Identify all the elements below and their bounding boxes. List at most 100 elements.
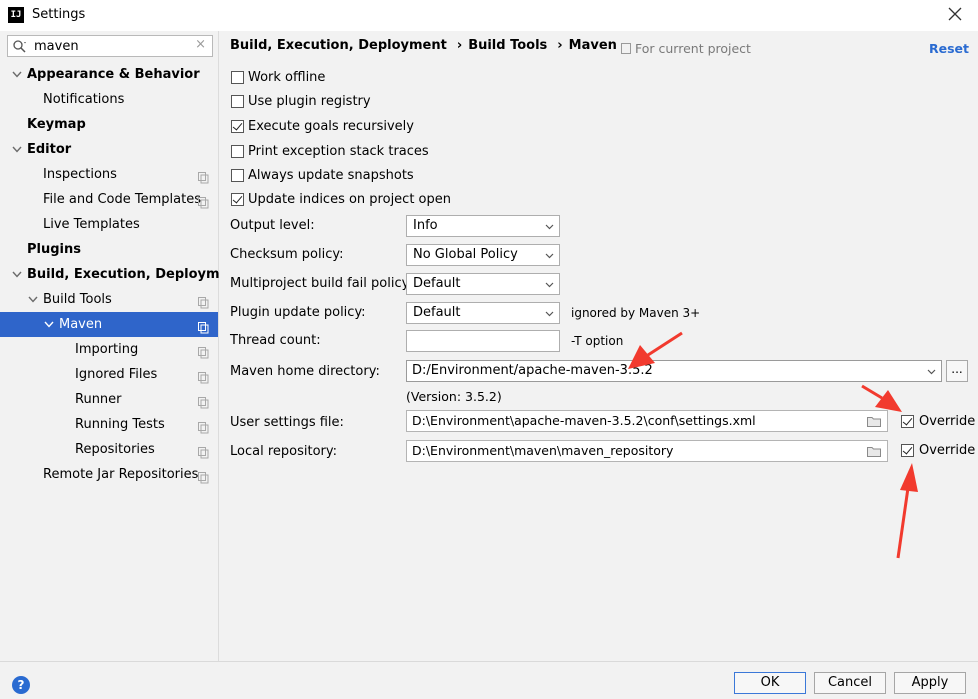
expand-arrow-icon[interactable]	[28, 287, 40, 312]
multiproject-fail-policy-value: Default	[413, 276, 461, 291]
sidebar-item-label: Maven	[59, 317, 103, 332]
sidebar-item-build-execution-deployment[interactable]: Build, Execution, Deployment	[0, 262, 244, 287]
sidebar-item-keymap[interactable]: Keymap	[0, 112, 218, 137]
local-repository-value: D:\Environment\maven\maven_repository	[412, 443, 674, 458]
project-level-icon	[198, 293, 209, 309]
project-scope-indicator: For current project	[621, 41, 751, 56]
sidebar-item-label: Live Templates	[43, 217, 140, 232]
expand-arrow-icon[interactable]	[12, 262, 24, 287]
maven-home-value: D:/Environment/apache-maven-3.5.2	[412, 363, 653, 378]
plugin-update-policy-label: Plugin update policy:	[230, 305, 366, 320]
multiproject-fail-policy-dropdown[interactable]: Default	[406, 273, 560, 295]
sidebar-item-runner[interactable]: Runner	[0, 387, 218, 412]
sidebar-item-notifications[interactable]: Notifications	[0, 87, 218, 112]
sidebar-item-editor[interactable]: Editor	[0, 137, 218, 162]
sidebar-item-maven[interactable]: Maven	[0, 312, 218, 337]
execute-goals-recursively-label: Execute goals recursively	[248, 119, 414, 134]
folder-icon[interactable]	[867, 416, 881, 427]
project-level-icon	[198, 468, 209, 484]
output-level-dropdown[interactable]: Info	[406, 215, 560, 237]
sidebar-item-label: Running Tests	[75, 417, 165, 432]
thread-count-input[interactable]	[406, 330, 560, 352]
settings-sidebar: × Appearance & Behavior Notifications Keym…	[0, 31, 244, 661]
sidebar-item-remote-jar-repositories[interactable]: Remote Jar Repositories	[0, 462, 218, 487]
update-indices-on-project-open-checkbox[interactable]	[231, 193, 244, 206]
project-level-icon	[198, 443, 209, 459]
sidebar-item-label: Repositories	[75, 442, 155, 457]
user-settings-override-checkbox[interactable]	[901, 415, 914, 428]
sidebar-item-appearance-behavior[interactable]: Appearance & Behavior	[0, 62, 218, 87]
expand-arrow-icon[interactable]	[44, 312, 56, 337]
sidebar-item-label: Build, Execution, Deployment	[27, 267, 244, 282]
thread-count-label: Thread count:	[230, 333, 321, 348]
maven-home-browse-button[interactable]: ...	[946, 360, 968, 382]
print-exception-stack-traces-label: Print exception stack traces	[248, 144, 429, 159]
plugin-update-policy-dropdown[interactable]: Default	[406, 302, 560, 324]
chevron-down-icon	[927, 369, 936, 375]
plugin-update-policy-hint: ignored by Maven 3+	[571, 306, 701, 320]
sidebar-item-build-tools[interactable]: Build Tools	[0, 287, 218, 312]
project-level-icon	[198, 418, 209, 434]
sidebar-item-file-and-code-templates[interactable]: File and Code Templates	[0, 187, 218, 212]
sidebar-item-live-templates[interactable]: Live Templates	[0, 212, 218, 237]
help-icon[interactable]: ?	[12, 676, 30, 694]
sidebar-item-label: Build Tools	[43, 292, 112, 307]
output-level-value: Info	[413, 218, 438, 233]
scope-label: For current project	[635, 41, 751, 56]
breadcrumb-build-tools: Build Tools	[468, 38, 548, 53]
update-indices-on-project-open-label: Update indices on project open	[248, 192, 451, 207]
sidebar-item-repositories[interactable]: Repositories	[0, 437, 218, 462]
checksum-policy-value: No Global Policy	[413, 247, 518, 262]
dialog-button-bar: ? OK Cancel Apply	[0, 661, 978, 699]
folder-icon[interactable]	[867, 446, 881, 457]
sidebar-item-ignored-files[interactable]: Ignored Files	[0, 362, 218, 387]
always-update-snapshots-label: Always update snapshots	[248, 168, 414, 183]
use-plugin-registry-label: Use plugin registry	[248, 94, 371, 109]
expand-arrow-icon[interactable]	[12, 137, 24, 162]
output-level-label: Output level:	[230, 218, 315, 233]
expand-arrow-icon[interactable]	[12, 62, 24, 87]
always-update-snapshots-checkbox[interactable]	[231, 169, 244, 182]
breadcrumb-separator: ›	[456, 38, 463, 53]
user-settings-value: D:\Environment\apache-maven-3.5.2\conf\s…	[412, 413, 756, 428]
local-repository-input[interactable]: D:\Environment\maven\maven_repository	[406, 440, 888, 462]
maven-home-combo[interactable]: D:/Environment/apache-maven-3.5.2	[406, 360, 942, 382]
ok-button[interactable]: OK	[734, 672, 806, 694]
project-level-icon	[198, 343, 209, 359]
search-icon	[13, 40, 26, 53]
user-settings-input[interactable]: D:\Environment\apache-maven-3.5.2\conf\s…	[406, 410, 888, 432]
sidebar-item-label: Runner	[75, 392, 122, 407]
apply-button[interactable]: Apply	[894, 672, 966, 694]
project-level-icon	[198, 393, 209, 409]
work-offline-checkbox[interactable]	[231, 71, 244, 84]
sidebar-item-inspections[interactable]: Inspections	[0, 162, 218, 187]
override-label: Override	[919, 414, 976, 429]
sidebar-item-label: Inspections	[43, 167, 117, 182]
local-repository-label: Local repository:	[230, 444, 337, 459]
settings-search-input[interactable]	[34, 37, 184, 55]
close-icon[interactable]	[946, 5, 964, 23]
local-repository-override-checkbox[interactable]	[901, 444, 914, 457]
execute-goals-recursively-checkbox[interactable]	[231, 120, 244, 133]
reset-link[interactable]: Reset	[929, 41, 969, 56]
clear-search-icon[interactable]: ×	[195, 37, 206, 52]
plugin-update-policy-value: Default	[413, 305, 461, 320]
chevron-down-icon	[545, 224, 554, 230]
sidebar-item-label: Ignored Files	[75, 367, 158, 382]
project-level-icon	[198, 168, 209, 184]
cancel-button[interactable]: Cancel	[814, 672, 886, 694]
settings-search-box[interactable]: ×	[7, 35, 213, 57]
project-level-icon	[198, 368, 209, 384]
work-offline-label: Work offline	[248, 70, 326, 85]
use-plugin-registry-checkbox[interactable]	[231, 95, 244, 108]
sidebar-item-importing[interactable]: Importing	[0, 337, 218, 362]
breadcrumb-maven: Maven	[568, 38, 617, 53]
sidebar-item-plugins[interactable]: Plugins	[0, 237, 218, 262]
checksum-policy-dropdown[interactable]: No Global Policy	[406, 244, 560, 266]
sidebar-item-label: Notifications	[43, 92, 125, 107]
user-settings-label: User settings file:	[230, 415, 344, 430]
sidebar-item-label: Keymap	[27, 117, 86, 132]
print-exception-stack-traces-checkbox[interactable]	[231, 145, 244, 158]
sidebar-item-running-tests[interactable]: Running Tests	[0, 412, 218, 437]
maven-version-label: (Version: 3.5.2)	[406, 389, 502, 404]
